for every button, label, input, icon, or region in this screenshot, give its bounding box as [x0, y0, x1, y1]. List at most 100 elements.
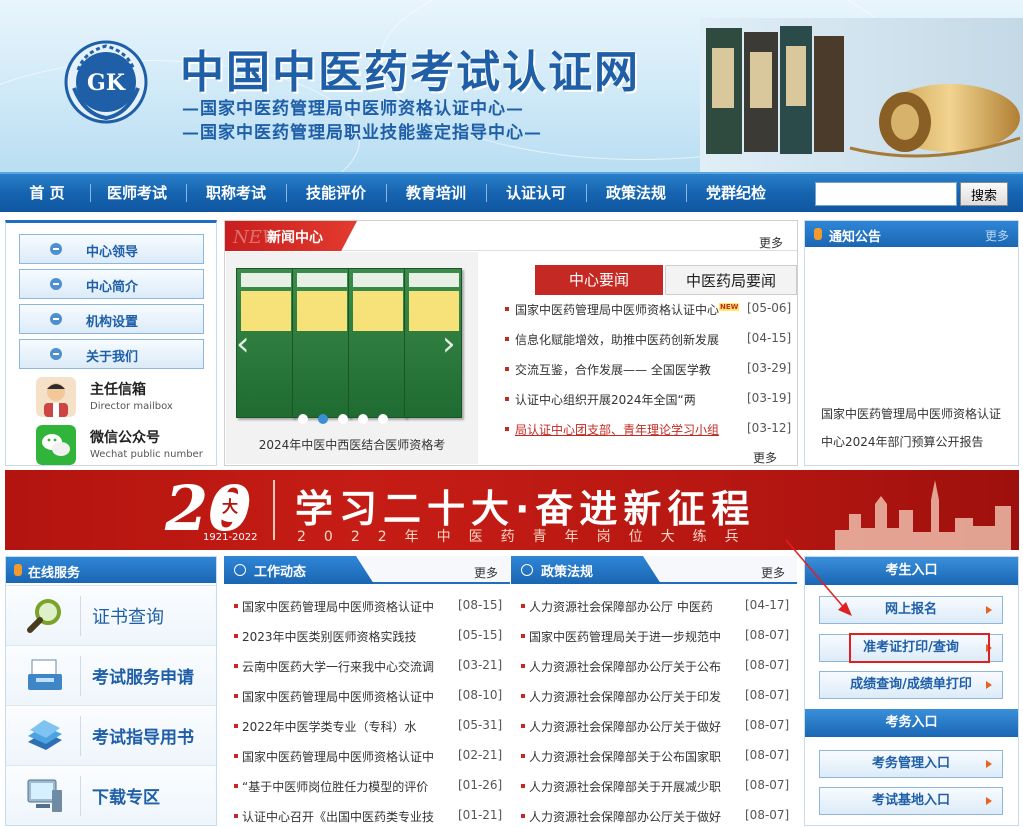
- mailbox-subtitle: Director mailbox: [90, 401, 173, 412]
- tab-center-news[interactable]: 中心要闻: [535, 265, 663, 295]
- news-list-item[interactable]: 交流互鉴，合作发展—— 全国医学教 [03-29]: [505, 361, 795, 381]
- notice-more-link[interactable]: 更多: [985, 227, 1009, 244]
- service-download-area[interactable]: 下载专区: [6, 765, 216, 825]
- slider-dot[interactable]: [298, 414, 308, 424]
- nav-physician-exam[interactable]: 医师考试: [98, 174, 176, 212]
- slider-caption[interactable]: 2024年中医中西医结合医师资格考: [226, 436, 478, 453]
- list-item[interactable]: 人力资源社会保障部办公厅 中医药 [04-17]: [511, 598, 797, 618]
- work-news-title: 工作动态: [254, 565, 307, 580]
- nav-skill-evaluation[interactable]: 技能评价: [296, 174, 376, 212]
- bullet-icon: [50, 348, 62, 360]
- document-tray-icon: [28, 659, 62, 690]
- bullet-icon: [50, 278, 62, 290]
- item-date: [08-07]: [745, 778, 790, 792]
- list-item[interactable]: 认证中心召开《出国中医药类专业技 [01-21]: [224, 808, 510, 828]
- policy-more-link[interactable]: 更多: [761, 564, 785, 581]
- left-menu-about-us[interactable]: 关于我们: [19, 339, 204, 369]
- exam-management-entry-button[interactable]: 考务管理入口: [819, 750, 1003, 778]
- service-exam-application[interactable]: 考试服务申请: [6, 645, 216, 705]
- nav-party-discipline[interactable]: 党群纪检: [696, 174, 776, 212]
- work-news-panel: 工作动态 更多 国家中医药管理局中医师资格认证中 [08-15] 2023年中医类…: [224, 556, 510, 826]
- notice-item-line2[interactable]: 中心2024年部门预算公开报告: [821, 433, 984, 450]
- item-date: [02-21]: [458, 748, 503, 762]
- bullet-icon: [521, 694, 525, 698]
- bullet-icon: [521, 664, 525, 668]
- wechat-link[interactable]: 微信公众号 Wechat public number: [36, 425, 216, 469]
- item-title: 人力资源社会保障部办公厅关于做好: [529, 720, 722, 734]
- online-registration-button[interactable]: 网上报名: [819, 596, 1003, 624]
- work-news-more-link[interactable]: 更多: [474, 564, 498, 581]
- director-avatar-icon: [36, 377, 76, 417]
- list-item[interactable]: 人力资源社会保障部办公厅关于公布 [08-07]: [511, 658, 797, 678]
- news-list-item[interactable]: 认证中心组织开展2024年全国“两 [03-19]: [505, 391, 795, 411]
- bullet-icon: [234, 814, 238, 818]
- list-item[interactable]: 国家中医药管理局中医师资格认证中 [08-15]: [224, 598, 510, 618]
- nav-home[interactable]: 首 页: [12, 174, 82, 212]
- search-input[interactable]: [815, 182, 957, 206]
- slider-dot[interactable]: [378, 414, 388, 424]
- item-date: [08-07]: [745, 628, 790, 642]
- news-center-panel: NEW 新闻中心 更多 ‹ › 2024年中医中西医结合医师资格考 中心要闻 中…: [224, 220, 798, 466]
- director-mailbox-link[interactable]: 主任信箱 Director mailbox: [36, 377, 216, 421]
- list-item[interactable]: 人力资源社会保障部办公厅关于做好 [08-07]: [511, 718, 797, 738]
- slider-next-arrow-icon[interactable]: ›: [442, 324, 456, 364]
- news-slider[interactable]: ‹ › 2024年中医中西医结合医师资格考: [226, 252, 478, 464]
- list-item[interactable]: 2023年中医类别医师资格实践技 [05-15]: [224, 628, 510, 648]
- list-item[interactable]: 人力资源社会保障部办公厅关于做好 [08-07]: [511, 808, 797, 828]
- slider-prev-arrow-icon[interactable]: ‹: [236, 324, 250, 364]
- news-center-title-tab: NEW 新闻中心: [225, 221, 357, 251]
- slider-dot-active[interactable]: [318, 414, 328, 424]
- news-center-title: 新闻中心: [267, 230, 323, 246]
- search-button[interactable]: 搜索: [960, 182, 1008, 206]
- news-list-item[interactable]: 国家中医药管理局中医师资格认证中心 NEW [05-06]: [505, 301, 795, 321]
- list-item[interactable]: 人力资源社会保障部关于公布国家职 [08-07]: [511, 748, 797, 768]
- service-exam-guide-books[interactable]: 考试指导用书: [6, 705, 216, 765]
- nav-policy[interactable]: 政策法规: [596, 174, 676, 212]
- section-circle-icon: [234, 564, 246, 576]
- notice-item-line1[interactable]: 国家中医药管理局中医师资格认证: [821, 405, 1001, 422]
- bullet-icon: [234, 724, 238, 728]
- list-item[interactable]: 人力资源社会保障部关于开展减少职 [08-07]: [511, 778, 797, 798]
- news-list-more-link[interactable]: 更多: [753, 449, 777, 466]
- list-item[interactable]: “基于中医师岗位胜任力模型的评价 [01-26]: [224, 778, 510, 798]
- score-query-button[interactable]: 成绩查询/成绩单打印: [819, 671, 1003, 699]
- list-item[interactable]: 国家中医药管理局中医师资格认证中 [02-21]: [224, 748, 510, 768]
- item-date: [01-26]: [458, 778, 503, 792]
- item-date: [05-15]: [458, 628, 503, 642]
- service-certificate-query[interactable]: 证书查询: [6, 585, 216, 645]
- list-item[interactable]: 国家中医药管理局关于进一步规范中 [08-07]: [511, 628, 797, 648]
- list-item[interactable]: 云南中医药大学一行来我中心交流调 [03-21]: [224, 658, 510, 678]
- item-title: 认证中心召开《出国中医药类专业技: [242, 810, 435, 824]
- bullet-icon: [505, 427, 509, 431]
- slider-dot[interactable]: [358, 414, 368, 424]
- promo-banner[interactable]: 20 大 1921-2022 学习二十大·奋进新征程 2022年中医药青年岗位大…: [5, 470, 1019, 550]
- left-menu-label: 关于我们: [86, 350, 139, 365]
- news-list-item[interactable]: 信息化赋能增效，助推中医药创新发展 [04-15]: [505, 331, 795, 351]
- news-center-more-link[interactable]: 更多: [759, 234, 783, 251]
- nav-separator: [90, 184, 91, 202]
- nav-education[interactable]: 教育培训: [396, 174, 476, 212]
- list-item[interactable]: 人力资源社会保障部办公厅关于印发 [08-07]: [511, 688, 797, 708]
- banner-subline: 2022年中医药青年岗位大练兵: [297, 529, 757, 545]
- site-subtitle-1: —国家中医药管理局中医师资格认证中心—: [182, 99, 524, 119]
- bullet-icon: [234, 664, 238, 668]
- site-logo[interactable]: GK: [64, 40, 148, 124]
- list-item[interactable]: 2022年中医学类专业（专科）水 [05-31]: [224, 718, 510, 738]
- nav-separator: [686, 184, 687, 202]
- left-menu-leadership[interactable]: 中心领导: [19, 234, 204, 264]
- magnifier-icon: [27, 599, 61, 633]
- button-label: 成绩查询/成绩单打印: [850, 677, 972, 692]
- item-title: 国家中医药管理局关于进一步规范中: [529, 630, 722, 644]
- left-menu-introduction[interactable]: 中心简介: [19, 269, 204, 299]
- exam-affairs-entry-header: 考务入口: [805, 709, 1018, 737]
- nav-title-exam[interactable]: 职称考试: [196, 174, 276, 212]
- service-separator: [80, 716, 81, 756]
- list-item[interactable]: 国家中医药管理局中医师资格认证中 [08-10]: [224, 688, 510, 708]
- nav-certification[interactable]: 认证认可: [496, 174, 576, 212]
- slider-dot[interactable]: [338, 414, 348, 424]
- notice-title: 通知公告: [829, 230, 882, 245]
- exam-base-entry-button[interactable]: 考试基地入口: [819, 787, 1003, 815]
- left-menu-organization[interactable]: 机构设置: [19, 304, 204, 334]
- tab-bureau-news[interactable]: 中医药局要闻: [665, 265, 797, 295]
- news-list-item[interactable]: 局认证中心团支部、青年理论学习小组 [03-12]: [505, 421, 795, 441]
